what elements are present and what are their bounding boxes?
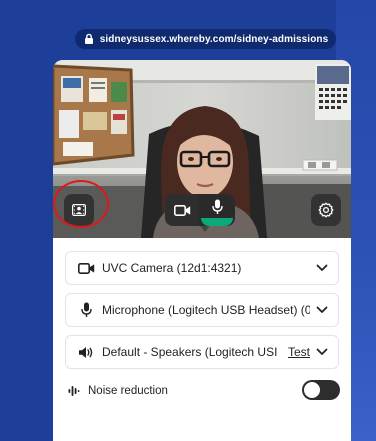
microphone-icon (211, 199, 223, 214)
noise-reduction-row: Noise reduction (68, 380, 340, 402)
lock-icon (84, 33, 93, 44)
speaker-select[interactable]: Default - Speakers (Logitech USI Test (65, 335, 339, 369)
microphone-select[interactable]: Microphone (Logitech USB Headset) (04 (65, 293, 339, 327)
test-speaker-link[interactable]: Test (288, 345, 310, 359)
microphone-select-value: Microphone (Logitech USB Headset) (04 (102, 303, 310, 317)
camera-select[interactable]: UVC Camera (12d1:4321) (65, 251, 339, 285)
camera-toggle-button[interactable] (165, 194, 199, 226)
highlight-circle (53, 180, 109, 228)
url-text: sidneysussex.whereby.com/sidney-admissio… (99, 33, 329, 45)
settings-button[interactable] (311, 194, 341, 226)
camera-icon (77, 261, 95, 275)
url-bar: sidneysussex.whereby.com/sidney-admissio… (75, 29, 336, 49)
noise-reduction-label: Noise reduction (88, 385, 168, 397)
microphone-toggle-button[interactable] (199, 194, 235, 226)
chevron-down-icon (316, 264, 328, 271)
chevron-down-icon (316, 306, 328, 313)
camera-icon (173, 204, 190, 216)
pre-join-panel: UVC Camera (12d1:4321) Microphone (Logit… (53, 60, 351, 441)
video-preview (53, 60, 351, 238)
noise-reduction-icon (68, 386, 80, 396)
mic-level-indicator (201, 218, 233, 226)
toggle-knob (304, 382, 320, 398)
chevron-down-icon (316, 348, 328, 355)
camera-select-value: UVC Camera (12d1:4321) (102, 261, 242, 275)
microphone-icon (77, 302, 95, 317)
speaker-icon (77, 345, 95, 359)
speaker-select-value: Default - Speakers (Logitech USI (102, 345, 278, 359)
noise-reduction-toggle[interactable] (302, 380, 340, 400)
gear-icon (318, 202, 334, 218)
